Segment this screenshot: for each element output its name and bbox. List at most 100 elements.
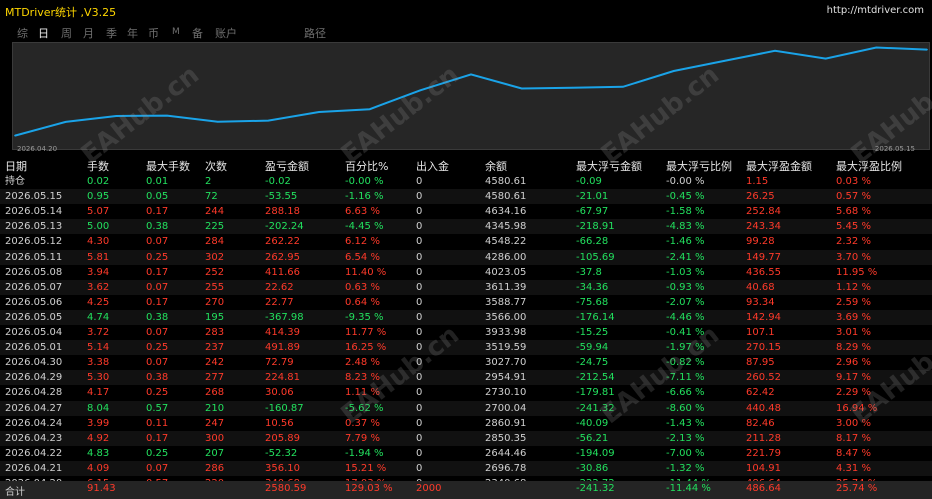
tab-4[interactable]: 季 — [106, 25, 117, 41]
tab-8[interactable]: 备 — [192, 25, 203, 41]
total-cell: 2000 — [416, 483, 442, 494]
table-cell: 4.30 — [87, 236, 110, 248]
column-header[interactable]: 余额 — [485, 159, 507, 174]
total-cell: -11.44 % — [666, 483, 711, 494]
table-cell: 4580.61 — [485, 191, 527, 203]
table-row[interactable]: 2026.04.29 5.30 0.38 277 224.81 8.23 % 0 2954.9… — [0, 370, 932, 386]
table-cell: -105.69 — [576, 251, 615, 263]
column-header[interactable]: 手数 — [87, 159, 109, 174]
table-row[interactable]: 2026.04.23 4.92 0.17 300 205.89 7.79 % 0 2850.3… — [0, 430, 932, 446]
table-cell: -21.01 — [576, 191, 609, 203]
table-cell: 5.07 — [87, 206, 110, 218]
table-cell: 3.72 — [87, 327, 110, 339]
table-row[interactable]: 2026.04.27 8.04 0.57 210 -160.87 -5.62 % 0 2700… — [0, 400, 932, 416]
table-row[interactable]: 2026.05.01 5.14 0.25 237 491.89 16.25 % 0 3519.… — [0, 340, 932, 356]
table-cell: 268 — [205, 387, 225, 399]
table-cell: 8.04 — [87, 402, 110, 414]
table-cell: 11.40 % — [345, 266, 387, 278]
table-cell: 3566.00 — [485, 311, 527, 323]
balance-chart: 2026.04.20 2026.05.15 — [12, 42, 930, 153]
tab-9[interactable]: 账户 — [215, 25, 237, 41]
table-cell: 6.63 % — [345, 206, 380, 218]
daily-stats-table: 日期 手数 最大手数 次数 盈亏金额 百分比% 出入金 余额 最大浮亏金额 最大浮亏比例 最大浮盈金… — [0, 159, 932, 499]
table-cell: -160.87 — [265, 402, 304, 414]
balance-point — [622, 86, 624, 88]
table-cell: 0 — [416, 387, 423, 399]
table-cell: 270.15 — [746, 342, 781, 354]
table-cell: 2026.05.13 — [5, 221, 63, 233]
table-row[interactable]: 2026.05.07 3.62 0.07 255 22.62 0.63 % 0 3611.39… — [0, 279, 932, 295]
table-row[interactable]: 2026.05.05 4.74 0.38 195 -367.98 -9.35 % 0 3566… — [0, 309, 932, 326]
table-cell: 0 — [416, 281, 423, 293]
table-cell: 211.28 — [746, 432, 781, 444]
column-header[interactable]: 最大浮盈金额 — [746, 159, 812, 174]
table-cell: 0.37 % — [345, 417, 380, 429]
table-cell: 491.89 — [265, 342, 300, 354]
table-cell: -59.94 — [576, 342, 609, 354]
table-cell: 4.31 % — [836, 462, 871, 474]
total-cell: 129.03 % — [345, 483, 393, 494]
table-cell: 22.62 — [265, 281, 294, 293]
column-header[interactable]: 最大浮亏金额 — [576, 159, 642, 174]
table-row[interactable]: 2026.05.15 0.95 0.05 72 -53.55 -1.16 % 0 4580.6… — [0, 189, 932, 205]
tab-1[interactable]: 日 — [38, 25, 49, 41]
table-cell: 11.95 % — [836, 266, 878, 278]
chart-start-date: 2026.04.20 — [17, 145, 58, 153]
column-header[interactable]: 最大手数 — [146, 159, 190, 174]
total-cell: 486.64 — [746, 483, 781, 494]
tab-5[interactable]: 年 — [127, 25, 138, 41]
table-row[interactable]: 2026.04.24 3.99 0.11 247 10.56 0.37 % 0 2860.91… — [0, 416, 932, 431]
table-cell: 0.95 — [87, 191, 110, 203]
column-header[interactable]: 最大浮盈比例 — [836, 159, 902, 174]
table-cell: 2.32 % — [836, 236, 871, 248]
column-header[interactable]: 盈亏金额 — [265, 159, 309, 174]
table-row[interactable]: 2026.04.30 3.38 0.07 242 72.79 2.48 % 0 3027.70… — [0, 355, 932, 370]
balance-point — [520, 87, 523, 90]
tab-7[interactable]: M — [172, 27, 180, 37]
table-row[interactable]: 2026.04.21 4.09 0.07 286 356.10 15.21 % 0 2696.… — [0, 460, 932, 476]
table-row[interactable]: 2026.04.22 4.83 0.25 207 -52.32 -1.94 % 0 2644.… — [0, 446, 932, 461]
table-cell: 0 — [416, 342, 423, 354]
tab-3[interactable]: 月 — [83, 25, 94, 41]
table-row[interactable]: 2026.05.12 4.30 0.07 284 262.22 6.12 % 0 4548.2… — [0, 234, 932, 249]
table-cell: -202.24 — [265, 221, 304, 233]
tab-2[interactable]: 周 — [61, 25, 72, 41]
table-cell: 3027.70 — [485, 357, 527, 369]
site-link[interactable]: http://mtdriver.com — [827, 5, 924, 16]
balance-point — [875, 46, 878, 49]
table-cell: 15.21 % — [345, 462, 387, 474]
table-cell: 93.34 — [746, 296, 775, 308]
table-cell: 3519.59 — [485, 342, 527, 354]
table-row[interactable]: 2026.05.08 3.94 0.17 252 411.66 11.40 % 0 4023.… — [0, 265, 932, 280]
table-cell: 2026.05.14 — [5, 206, 63, 218]
column-header[interactable]: 出入金 — [416, 159, 449, 174]
table-row[interactable]: 2026.05.04 3.72 0.07 283 414.39 11.77 % 0 3933.… — [0, 325, 932, 340]
table-cell: 0 — [416, 311, 423, 323]
tab-10[interactable]: 路径 — [304, 25, 326, 41]
table-row[interactable]: 2026.05.06 4.25 0.17 270 22.77 0.64 % 0 3588.77… — [0, 295, 932, 310]
table-row[interactable]: 2026.04.28 4.17 0.25 268 30.06 1.11 % 0 2730.10… — [0, 385, 932, 400]
table-row[interactable]: 2026.05.11 5.81 0.25 302 262.95 6.54 % 0 4286.0… — [0, 249, 932, 265]
table-cell: 99.28 — [746, 236, 775, 248]
tab-0[interactable]: 综 — [17, 25, 28, 41]
table-cell: -40.09 — [576, 417, 609, 429]
table-cell: 0 — [416, 372, 423, 384]
table-cell: 104.91 — [746, 462, 781, 474]
table-row[interactable]: 持仓 0.02 0.01 2 -0.02 -0.00 % 0 4580.61 -0.09 -0.0… — [0, 174, 932, 189]
column-header[interactable]: 日期 — [5, 159, 27, 174]
table-cell: -8.60 % — [666, 402, 705, 414]
column-header[interactable]: 百分比% — [345, 159, 388, 174]
table-cell: -176.14 — [576, 311, 615, 323]
balance-chart-svg — [14, 46, 928, 137]
table-cell: 2026.05.11 — [5, 251, 63, 263]
column-header[interactable]: 最大浮亏比例 — [666, 159, 732, 174]
table-cell: -1.97 % — [666, 342, 705, 354]
column-header[interactable]: 次数 — [205, 159, 227, 174]
tab-6[interactable]: 币 — [148, 25, 159, 41]
table-cell: 0 — [416, 221, 423, 233]
table-cell: -212.54 — [576, 372, 615, 384]
table-cell: 4023.05 — [485, 266, 527, 278]
table-cell: -52.32 — [265, 447, 298, 459]
table-row[interactable]: 2026.05.13 5.00 0.38 225 -202.24 -4.45 % 0 4345… — [0, 219, 932, 235]
table-row[interactable]: 2026.05.14 5.07 0.17 244 288.18 6.63 % 0 4634.1… — [0, 204, 932, 219]
